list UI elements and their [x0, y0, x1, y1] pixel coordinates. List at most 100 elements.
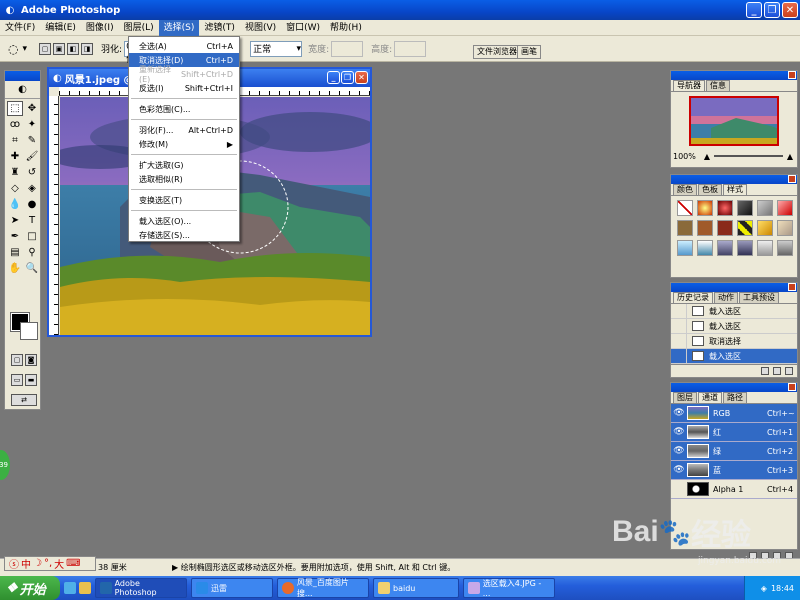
style-swatch[interactable] — [697, 220, 713, 236]
menu-item-inverse[interactable]: 反选(I) Shift+Ctrl+I — [129, 81, 239, 95]
style-swatch[interactable] — [677, 220, 693, 236]
style-swatch[interactable] — [777, 220, 793, 236]
task-image-viewer[interactable]: 选区载入4.JPG - ... — [463, 578, 555, 598]
zoom-tool-icon[interactable]: 🔍 — [24, 261, 40, 276]
menu-item-grow[interactable]: 扩大选取(G) — [129, 158, 239, 172]
paint-bucket-tool-icon[interactable]: ◈ — [24, 181, 40, 196]
screen-mode-standard-icon[interactable]: ▭ — [11, 374, 23, 386]
menu-layer[interactable]: 图层(L) — [119, 20, 159, 36]
type-tool-icon[interactable]: T — [24, 213, 40, 228]
tab-actions[interactable]: 动作 — [714, 292, 738, 303]
toolbox-logo-icon[interactable]: ◐ — [5, 81, 40, 99]
style-swatch[interactable] — [717, 220, 733, 236]
menu-view[interactable]: 视图(V) — [240, 20, 281, 36]
doc-minimize-button[interactable]: _ — [327, 71, 340, 84]
brush-tool-icon[interactable]: 🖌 — [24, 149, 40, 164]
eye-icon[interactable]: 👁 — [671, 465, 687, 475]
tab-navigator[interactable]: 导航器 — [673, 80, 705, 91]
tab-paths[interactable]: 路径 — [723, 392, 747, 403]
width-input[interactable] — [331, 40, 364, 57]
eye-icon[interactable]: 👁 — [671, 427, 687, 437]
new-selection-icon[interactable]: ▢ — [39, 42, 52, 55]
minimize-button[interactable]: _ — [746, 2, 762, 18]
style-swatch[interactable] — [697, 240, 713, 256]
zoom-slider[interactable] — [714, 155, 783, 157]
task-xunlei[interactable]: 迅雷 — [191, 578, 273, 598]
ime-toolbar[interactable]: ⓢ 中 ☽ °, 大 ⌨ — [4, 556, 96, 571]
eye-icon[interactable]: 👁 — [671, 408, 687, 418]
tab-channels[interactable]: 通道 — [698, 392, 722, 403]
tab-layers[interactable]: 图层 — [673, 392, 697, 403]
style-swatch[interactable] — [757, 240, 773, 256]
ime-punct-icon[interactable]: °, — [44, 558, 52, 569]
preset-arrow-icon[interactable]: ▾ — [22, 44, 27, 54]
tray-icon[interactable]: ◈ — [761, 584, 767, 593]
doc-close-button[interactable]: ✕ — [355, 71, 368, 84]
eye-icon[interactable]: 👁 — [671, 446, 687, 456]
navigator-zoom-value[interactable]: 100% — [673, 152, 696, 161]
quicklaunch-ie-icon[interactable] — [64, 582, 76, 594]
marquee-tool-icon[interactable]: ⬚ — [7, 101, 23, 116]
style-swatch[interactable] — [757, 220, 773, 236]
channel-row-blue[interactable]: 👁 蓝 Ctrl+3 — [671, 461, 797, 480]
crop-tool-icon[interactable]: ⌗ — [7, 133, 23, 148]
status-doc-size[interactable]: 38 厘米 — [98, 562, 168, 573]
menu-filter[interactable]: 滤镜(T) — [199, 20, 240, 36]
healing-brush-tool-icon[interactable]: ✚ — [7, 149, 23, 164]
menu-item-feather[interactable]: 羽化(F)... Alt+Ctrl+D — [129, 123, 239, 137]
menu-edit[interactable]: 编辑(E) — [40, 20, 81, 36]
zoom-in-icon[interactable]: ▲ — [787, 152, 793, 161]
tab-info[interactable]: 信息 — [706, 80, 730, 91]
tab-brushes[interactable]: 画笔 — [517, 45, 541, 59]
style-swatch[interactable] — [717, 200, 733, 216]
menu-item-modify[interactable]: 修改(M) ▶ — [129, 137, 239, 151]
screen-mode-full-menu-icon[interactable]: ▬ — [25, 374, 37, 386]
history-item[interactable]: 载入选区 — [671, 304, 797, 319]
quick-mask-mode-icon[interactable]: ◙ — [25, 354, 37, 366]
ime-moon-icon[interactable]: ☽ — [33, 558, 42, 569]
shape-tool-icon[interactable]: □ — [24, 229, 40, 244]
menu-item-color-range[interactable]: 色彩范围(C)... — [129, 102, 239, 116]
tab-styles[interactable]: 样式 — [723, 184, 747, 195]
history-checkbox[interactable] — [671, 304, 687, 318]
style-swatch[interactable] — [757, 200, 773, 216]
history-item[interactable]: 载入选区 — [671, 319, 797, 334]
tab-color[interactable]: 颜色 — [673, 184, 697, 195]
move-tool-icon[interactable]: ✥ — [24, 101, 40, 116]
doc-maximize-button[interactable]: ❐ — [341, 71, 354, 84]
start-button[interactable]: ❖ 开始 — [0, 576, 60, 600]
menu-image[interactable]: 图像(I) — [81, 20, 119, 36]
eyedropper-tool-icon[interactable]: ⚲ — [24, 245, 40, 260]
history-brush-tool-icon[interactable]: ↺ — [24, 165, 40, 180]
task-browser[interactable]: 风景_百度图片搜... — [277, 578, 369, 598]
tab-tool-presets[interactable]: 工具预设 — [739, 292, 779, 303]
path-selection-tool-icon[interactable]: ➤ — [7, 213, 23, 228]
history-item[interactable]: 取消选择 — [671, 334, 797, 349]
style-swatch[interactable] — [737, 240, 753, 256]
eraser-tool-icon[interactable]: ◇ — [7, 181, 23, 196]
tray-clock[interactable]: 18:44 — [771, 584, 794, 593]
intersect-selection-icon[interactable]: ◨ — [81, 42, 94, 55]
menu-file[interactable]: 文件(F) — [0, 20, 40, 36]
magic-wand-tool-icon[interactable]: ✦ — [24, 117, 40, 132]
style-none-swatch[interactable] — [677, 200, 693, 216]
channel-row-alpha[interactable]: Alpha 1 Ctrl+4 — [671, 480, 797, 499]
channel-row-red[interactable]: 👁 红 Ctrl+1 — [671, 423, 797, 442]
history-item-selected[interactable]: 载入选区 — [671, 349, 797, 364]
menu-item-reselect[interactable]: 重新选择(E) Shift+Ctrl+D — [129, 65, 239, 84]
ime-keyboard-icon[interactable]: ⌨ — [66, 558, 80, 569]
tab-file-browser[interactable]: 文件浏览器 — [473, 45, 521, 59]
navigator-thumbnail[interactable] — [689, 96, 779, 146]
new-snapshot-icon[interactable] — [773, 366, 781, 375]
height-input[interactable] — [394, 40, 427, 57]
menu-item-select-all[interactable]: 全选(A) Ctrl+A — [129, 39, 239, 53]
ime-mode-label[interactable]: 中 — [21, 556, 31, 571]
ime-width-icon[interactable]: 大 — [54, 556, 64, 571]
side-badge[interactable]: 39 — [0, 450, 10, 480]
maximize-button[interactable]: ❐ — [764, 2, 780, 18]
menu-item-similar[interactable]: 选取相似(R) — [129, 172, 239, 186]
close-button[interactable]: ✕ — [782, 2, 798, 18]
hand-tool-icon[interactable]: ✋ — [7, 261, 23, 276]
channel-row-rgb[interactable]: 👁 RGB Ctrl+~ — [671, 404, 797, 423]
menu-select[interactable]: 选择(S) — [158, 19, 200, 36]
